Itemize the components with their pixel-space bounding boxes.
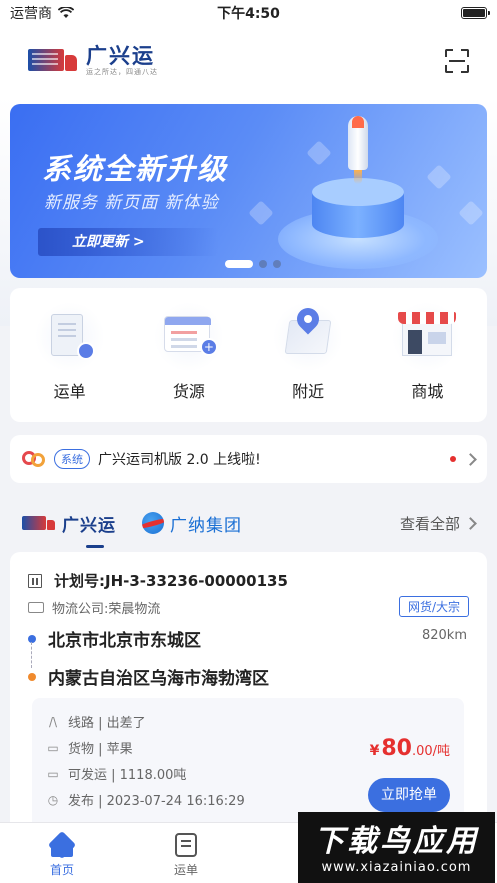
- truck-icon: [28, 602, 44, 613]
- tab-guangxingyun[interactable]: 广兴运: [22, 511, 116, 548]
- update-now-button[interactable]: 立即更新 >: [38, 228, 218, 256]
- globe-logo-icon: [142, 512, 164, 534]
- notice-text: 广兴运司机版 2.0 上线啦!: [98, 452, 261, 468]
- origin-address: 北京市北京市东城区: [48, 631, 201, 651]
- plan-number-row: 计划号:JH-3-33236-00000135: [28, 570, 288, 591]
- home-icon: [49, 833, 75, 857]
- company-row: 物流公司:荣晨物流: [28, 598, 160, 617]
- published-row: ◷ 发布 | 2023-07-24 16:16:29: [46, 790, 245, 810]
- route-row: /\ 线路 | 出差了: [46, 712, 146, 732]
- truck-logo-icon: [28, 47, 78, 75]
- quick-menu: 运单 + 货源 附近 商城: [10, 288, 487, 422]
- notice-logo-icon: [22, 447, 46, 471]
- truck-icon: ▭: [47, 740, 59, 755]
- notice-bar[interactable]: 系统 广兴运司机版 2.0 上线啦!: [10, 435, 487, 483]
- cargo-type-tag: 网货/大宗: [398, 596, 469, 617]
- plan-number: 计划号:JH-3-33236-00000135: [54, 572, 288, 590]
- menu-item-mall[interactable]: 商城: [377, 302, 477, 422]
- waybill-doc-icon: [175, 833, 197, 857]
- app-logo: 广兴运 运之所达，四通八达: [28, 45, 158, 77]
- view-all-label: 查看全部: [399, 514, 460, 533]
- menu-item-label: 运单: [53, 382, 86, 401]
- watermark: 下载鸟应用 www.xiazainiao.com: [298, 812, 495, 883]
- clock: 下午4:50: [217, 6, 280, 22]
- tab-label: 广纳集团: [170, 515, 242, 536]
- unread-dot: [450, 456, 456, 462]
- cargo-row: ▭ 货物 | 苹果: [46, 738, 133, 758]
- building-icon: [28, 573, 42, 588]
- hexagon-decoration-icon: [458, 200, 484, 226]
- active-tab-indicator: [86, 544, 104, 548]
- app-header: 广兴运 运之所达，四通八达: [0, 26, 497, 96]
- menu-item-waybill[interactable]: 运单: [20, 302, 120, 422]
- banner-subtitle: 新服务 新页面 新体验: [44, 193, 219, 213]
- carousel-dot[interactable]: [225, 260, 253, 268]
- nav-label: 运单: [173, 863, 198, 877]
- destination-address: 内蒙古自治区乌海市海勃湾区: [48, 669, 269, 689]
- price-unit: .00/吨: [411, 744, 450, 759]
- distance: 820km: [421, 628, 467, 643]
- available-row: ▭ 可发运 | 1118.00吨: [46, 764, 187, 784]
- chevron-right-icon: [464, 452, 477, 466]
- logo-tagline: 运之所达，四通八达: [86, 68, 158, 76]
- wifi-icon: [58, 7, 74, 18]
- price-value: 80: [381, 736, 412, 761]
- hexagon-decoration-icon: [426, 164, 452, 190]
- tab-guangna-group[interactable]: 广纳集团: [142, 511, 242, 536]
- menu-item-nearby[interactable]: 附近: [258, 302, 358, 422]
- hexagon-decoration-icon: [306, 140, 332, 166]
- price-currency: ¥: [369, 743, 380, 759]
- logo-name: 广兴运: [86, 44, 155, 68]
- menu-item-label: 商城: [411, 382, 444, 401]
- route-text: 线路 | 出差了: [68, 716, 146, 731]
- chevron-right-icon: [464, 516, 477, 530]
- truck-logo-icon: [22, 514, 56, 532]
- system-tag: 系统: [54, 449, 90, 469]
- nearby-map-icon: [273, 302, 344, 372]
- route-icon: /\: [48, 714, 58, 729]
- mall-shop-icon: [392, 302, 463, 372]
- company-name: 物流公司:荣晨物流: [52, 602, 161, 617]
- rocket-icon: [348, 116, 368, 184]
- published-text: 发布 | 2023-07-24 16:16:29: [68, 794, 245, 809]
- origin-dot-icon: [28, 634, 36, 643]
- banner-title: 系统全新升级: [42, 152, 229, 186]
- status-bar: 运营商 下午4:50: [0, 0, 497, 26]
- nav-item-home[interactable]: 首页: [0, 823, 124, 883]
- nav-item-waybill[interactable]: 运单: [124, 823, 248, 883]
- watermark-sub: www.xiazainiao.com: [321, 860, 472, 875]
- destination-row: 内蒙古自治区乌海市海勃湾区: [28, 664, 269, 689]
- carousel-dot[interactable]: [273, 260, 281, 268]
- menu-item-label: 货源: [172, 382, 205, 401]
- grab-order-button[interactable]: 立即抢单: [368, 778, 450, 812]
- company-tabs: 广兴运 广纳集团 查看全部: [0, 500, 497, 548]
- promo-banner[interactable]: 系统全新升级 新服务 新页面 新体验 立即更新 >: [10, 104, 487, 278]
- available-text: 可发运 | 1118.00吨: [68, 768, 187, 783]
- carrier-label: 运营商: [10, 6, 52, 22]
- hexagon-decoration-icon: [248, 200, 274, 226]
- carousel-indicator[interactable]: [225, 260, 281, 268]
- nav-label: 首页: [49, 863, 74, 877]
- menu-item-goods-source[interactable]: + 货源: [139, 302, 239, 422]
- tab-label: 广兴运: [62, 515, 116, 536]
- scan-icon[interactable]: [445, 49, 469, 73]
- view-all-link[interactable]: 查看全部: [399, 513, 477, 534]
- carousel-dot[interactable]: [259, 260, 267, 268]
- truck-icon: ▭: [47, 766, 59, 781]
- clock-icon: ◷: [47, 792, 59, 807]
- battery-icon: [461, 7, 490, 19]
- plan-card[interactable]: 计划号:JH-3-33236-00000135 物流公司:荣晨物流 网货/大宗 …: [10, 552, 487, 842]
- menu-item-label: 附近: [292, 382, 325, 401]
- destination-dot-icon: [28, 672, 36, 681]
- cargo-text: 货物 | 苹果: [68, 742, 133, 757]
- watermark-main: 下载鸟应用: [314, 824, 479, 859]
- waybill-icon: [34, 302, 105, 372]
- price: ¥ 80 .00/吨: [370, 736, 450, 761]
- origin-row: 北京市北京市东城区: [28, 626, 201, 651]
- goods-source-icon: +: [153, 302, 224, 372]
- cylinder-illustration: [312, 178, 404, 238]
